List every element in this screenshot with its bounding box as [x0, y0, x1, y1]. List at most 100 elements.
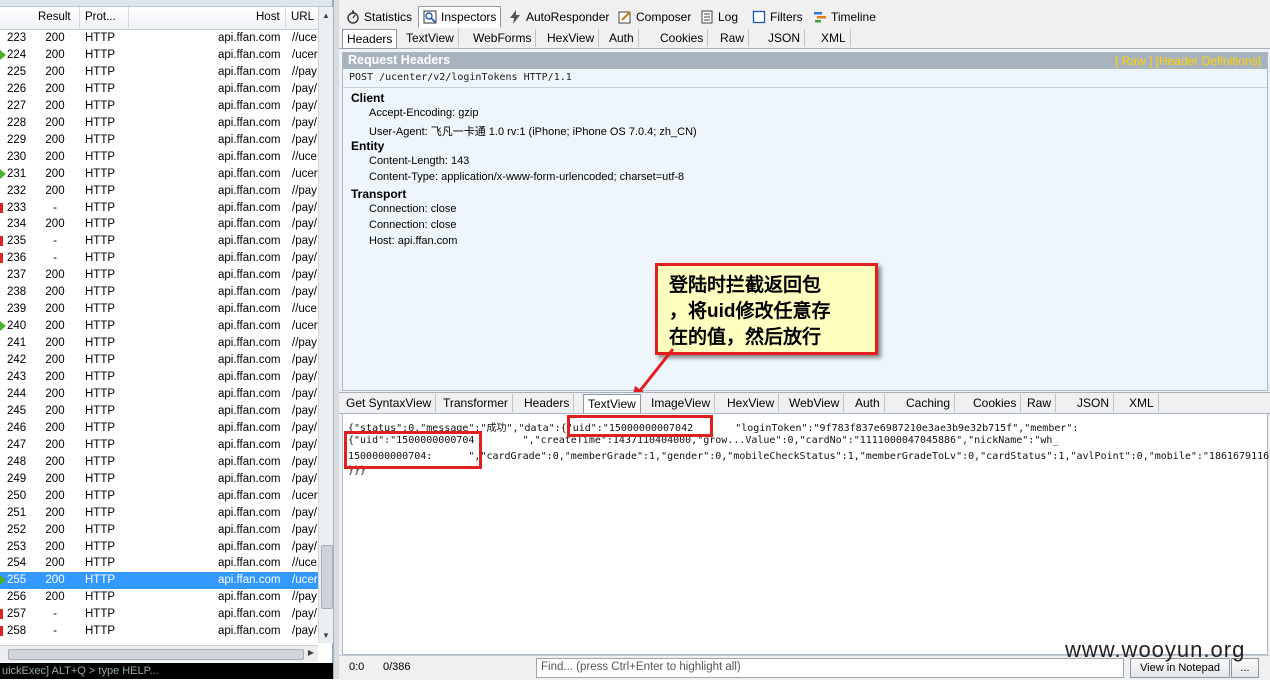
response-tab-hexview[interactable]: HexView [723, 394, 780, 412]
request-tab-xml[interactable]: XML [817, 29, 851, 47]
response-tab-headers[interactable]: Headers [520, 394, 575, 412]
response-tab-textview[interactable]: TextView [583, 394, 641, 414]
session-row[interactable]: 254 200 HTTP api.ffan.com //uce [0, 555, 318, 572]
session-row[interactable]: 253 200 HTTP api.ffan.com/pay/ [0, 539, 318, 556]
session-row[interactable]: 255 200 HTTP api.ffan.com/ucer [0, 572, 318, 590]
column-url[interactable]: URL [291, 11, 314, 23]
response-tab-caching[interactable]: Caching [902, 394, 956, 412]
request-tab-json[interactable]: JSON [764, 29, 806, 47]
header-definitions-link[interactable]: [ Raw ] [Header Definitions] [1115, 54, 1261, 68]
header-group-client[interactable]: Client [351, 91, 384, 105]
response-tab-transformer[interactable]: Transformer [439, 394, 513, 412]
response-arrow-icon [0, 321, 6, 332]
column-protocol[interactable]: Prot... [85, 11, 116, 23]
aborted-icon [0, 202, 3, 213]
watermark: www.wooyun.org [1065, 637, 1246, 662]
find-input[interactable]: Find... (press Ctrl+Enter to highlight a… [536, 658, 1124, 678]
session-row[interactable]: 252 200 HTTP api.ffan.com/pay/ [0, 522, 318, 539]
response-tab-get-syntaxview[interactable]: Get SyntaxView [342, 394, 437, 412]
request-tab-webforms[interactable]: WebForms [469, 29, 537, 47]
session-row[interactable]: 251 200 HTTP api.ffan.com/pay/ [0, 505, 318, 522]
response-tab-xml[interactable]: XML [1125, 394, 1159, 412]
tab-inspectors[interactable]: Inspectors [418, 6, 502, 28]
request-tab-hexview[interactable]: HexView [543, 29, 600, 47]
column-host[interactable]: Host [256, 11, 280, 23]
column-result[interactable]: Result [38, 11, 71, 23]
session-row[interactable]: 231 200 HTTP api.ffan.com/ucer [0, 166, 318, 183]
session-row[interactable]: 250 200 HTTP api.ffan.com/ucer [0, 488, 318, 505]
session-row[interactable]: 227 200 HTTP api.ffan.com/pay/ [0, 98, 318, 115]
hscroll-thumb[interactable] [8, 649, 304, 660]
session-protocol: HTTP [85, 320, 116, 333]
scroll-up-icon[interactable]: ▲ [322, 11, 330, 20]
session-row[interactable]: 242 200 HTTP api.ffan.com/pay/ [0, 352, 318, 369]
request-tab-auth[interactable]: Auth [605, 29, 639, 47]
session-row[interactable]: 225 200 HTTP api.ffan.com //pay [0, 64, 318, 81]
tab-autoresponder-label: AutoResponder [526, 10, 610, 24]
session-row[interactable]: 258 - HTTP api.ffan.com/pay/ [0, 623, 318, 640]
response-tab-auth[interactable]: Auth [851, 394, 885, 412]
session-row[interactable]: 236 - HTTP api.ffan.com/pay/ [0, 250, 318, 267]
header-line[interactable]: Connection: close [369, 219, 456, 231]
session-row[interactable]: 230 200 HTTP api.ffan.com //uce [0, 149, 318, 166]
sessions-horizontal-scrollbar[interactable]: ▶ [0, 645, 318, 662]
sessions-vertical-scrollbar[interactable]: ▲ ▼ [318, 7, 333, 643]
session-protocol: HTTP [85, 82, 116, 95]
session-url: /ucer [292, 489, 318, 502]
response-tab-raw[interactable]: Raw [1023, 394, 1057, 412]
session-row[interactable]: 224 200 HTTP api.ffan.com/ucer [0, 47, 318, 64]
tab-filters[interactable]: Filters [747, 6, 808, 28]
tab-autoresponder[interactable]: AutoResponder [503, 6, 614, 28]
session-row[interactable]: 226 200 HTTP api.ffan.com/pay/ [0, 81, 318, 98]
session-row[interactable]: 228 200 HTTP api.ffan.com/pay/ [0, 115, 318, 132]
session-result: - [53, 608, 57, 621]
header-group-entity[interactable]: Entity [351, 139, 384, 153]
quickexec-bar[interactable]: uickExec] ALT+Q > type HELP... [0, 663, 333, 679]
session-row[interactable]: 256 200 HTTP api.ffan.com //pay [0, 589, 318, 606]
tab-composer[interactable]: Composer [613, 6, 696, 28]
header-line[interactable]: Content-Length: 143 [369, 155, 469, 167]
session-result: 200 [45, 506, 65, 519]
session-row[interactable]: 240 200 HTTP api.ffan.com/ucer [0, 318, 318, 335]
response-textview[interactable]: {"status":0,"message":"成功","data":{"uid"… [342, 413, 1270, 655]
session-row[interactable]: 249 200 HTTP api.ffan.com/pay/ [0, 471, 318, 488]
session-row[interactable]: 241 200 HTTP api.ffan.com //pay [0, 335, 318, 352]
session-row[interactable]: 257 - HTTP api.ffan.com/pay/ [0, 606, 318, 623]
response-tab-webview[interactable]: WebView [785, 394, 845, 412]
response-tab-cookies[interactable]: Cookies [969, 394, 1022, 412]
session-row[interactable]: 243 200 HTTP api.ffan.com/pay/ [0, 369, 318, 386]
header-group-transport[interactable]: Transport [351, 187, 406, 201]
tab-timeline[interactable]: Timeline [808, 6, 881, 28]
tab-statistics[interactable]: Statistics [341, 6, 417, 28]
session-row[interactable]: 234 200 HTTP api.ffan.com/pay/ [0, 216, 318, 233]
tab-log[interactable]: Log [695, 6, 743, 28]
session-row[interactable]: 245 200 HTTP api.ffan.com/pay/ [0, 403, 318, 420]
header-line[interactable]: Connection: close [369, 203, 456, 215]
request-tab-textview[interactable]: TextView [402, 29, 459, 47]
session-row[interactable]: 233 - HTTP api.ffan.com/pay/ [0, 200, 318, 217]
header-line[interactable]: Accept-Encoding: gzip [369, 107, 478, 119]
header-line[interactable]: Host: api.ffan.com [369, 235, 457, 247]
session-row[interactable]: 239 200 HTTP api.ffan.com //uce [0, 301, 318, 318]
session-row[interactable]: 238 200 HTTP api.ffan.com/pay/ [0, 284, 318, 301]
session-row[interactable]: 237 200 HTTP api.ffan.com/pay/ [0, 267, 318, 284]
session-row[interactable]: 223 200 HTTP api.ffan.com //uce [0, 30, 318, 47]
scroll-down-icon[interactable]: ▼ [322, 631, 330, 640]
session-row[interactable]: 232 200 HTTP api.ffan.com //pay [0, 183, 318, 200]
scroll-right-icon[interactable]: ▶ [308, 648, 314, 657]
session-row[interactable]: 229 200 HTTP api.ffan.com/pay/ [0, 132, 318, 149]
scroll-thumb[interactable] [321, 545, 333, 609]
session-row[interactable]: 248 200 HTTP api.ffan.com/pay/ [0, 454, 318, 471]
session-row[interactable]: 246 200 HTTP api.ffan.com/pay/ [0, 420, 318, 437]
request-tab-raw[interactable]: Raw [716, 29, 750, 47]
session-row[interactable]: 247 200 HTTP api.ffan.com/pay/ [0, 437, 318, 454]
session-row[interactable]: 244 200 HTTP api.ffan.com/pay/ [0, 386, 318, 403]
header-line[interactable]: Content-Type: application/x-www-form-url… [369, 171, 684, 183]
request-tab-headers[interactable]: Headers [342, 29, 398, 49]
request-tab-cookies[interactable]: Cookies [656, 29, 709, 47]
session-protocol: HTTP [85, 472, 116, 485]
session-row[interactable]: 235 - HTTP api.ffan.com/pay/ [0, 233, 318, 250]
response-tab-json[interactable]: JSON [1073, 394, 1115, 412]
header-line[interactable]: User-Agent: 飞凡一卡通 1.0 rv:1 (iPhone; iPho… [369, 123, 697, 139]
response-tab-imageview[interactable]: ImageView [647, 394, 716, 412]
